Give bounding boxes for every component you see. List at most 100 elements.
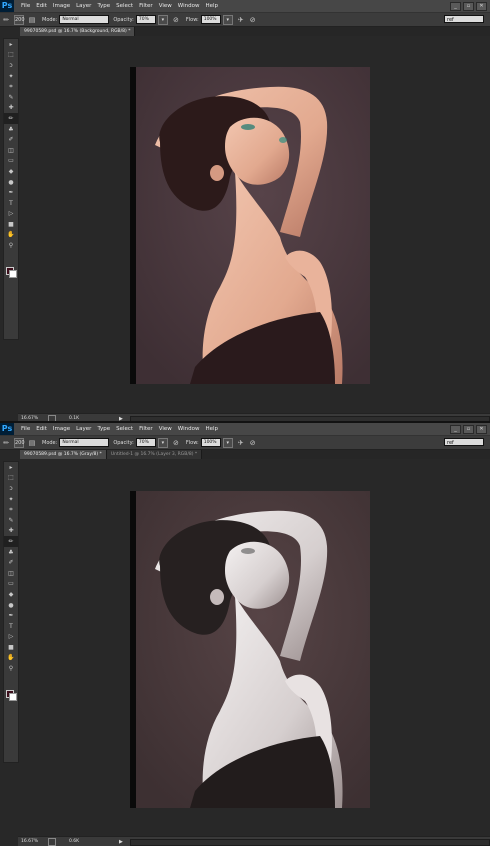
mode-select[interactable]: Normal: [59, 15, 110, 24]
menu-file[interactable]: File: [21, 423, 30, 435]
airbrush-icon[interactable]: ✈: [237, 439, 245, 447]
flow-slider-toggle[interactable]: ▾: [222, 14, 233, 25]
minimize-button[interactable]: _: [450, 2, 461, 11]
brush-preset-icon[interactable]: ✏: [2, 16, 10, 24]
history-brush-tool-icon[interactable]: ✐: [4, 134, 18, 145]
rectangle-tool-icon[interactable]: ■: [4, 642, 18, 653]
dodge-tool-icon[interactable]: ●: [4, 600, 18, 611]
eraser-tool-icon[interactable]: ◫: [4, 145, 18, 156]
close-button[interactable]: ✕: [476, 2, 487, 11]
workspace-select[interactable]: ref: [444, 15, 484, 23]
maximize-button[interactable]: ▫: [463, 2, 474, 11]
marquee-tool-icon[interactable]: ⬚: [4, 50, 18, 61]
pressure-size-icon[interactable]: ⊘: [249, 16, 257, 24]
background-color-swatch[interactable]: [9, 270, 17, 278]
brush-size-picker[interactable]: 200: [14, 14, 25, 25]
type-tool-icon[interactable]: T: [4, 198, 18, 209]
zoom-tool-icon[interactable]: ⚲: [4, 663, 18, 674]
zoom-readout[interactable]: 16.67%: [18, 839, 45, 844]
quick-select-tool-icon[interactable]: ✦: [4, 71, 18, 82]
healing-tool-icon[interactable]: ✚: [4, 103, 18, 114]
menu-window[interactable]: Window: [178, 423, 200, 435]
doc-info-icon[interactable]: [48, 837, 56, 846]
menu-layer[interactable]: Layer: [76, 423, 91, 435]
horizontal-scrollbar[interactable]: [130, 839, 490, 846]
opacity-field[interactable]: 70%: [135, 438, 156, 447]
menu-type[interactable]: Type: [97, 423, 110, 435]
type-tool-icon[interactable]: T: [4, 621, 18, 632]
history-brush-tool-icon[interactable]: ✐: [4, 557, 18, 568]
eraser-tool-icon[interactable]: ◫: [4, 568, 18, 579]
menu-image[interactable]: Image: [53, 423, 70, 435]
pen-tool-icon[interactable]: ✒: [4, 610, 18, 621]
pressure-size-icon[interactable]: ⊘: [249, 439, 257, 447]
menu-select[interactable]: Select: [116, 423, 133, 435]
eyedropper-tool-icon[interactable]: ✎: [4, 92, 18, 103]
move-tool-icon[interactable]: ▸: [4, 39, 18, 50]
document-tab[interactable]: 99070589.psd @ 16.7% (Background, RGB/8)…: [20, 27, 136, 36]
status-menu-arrow[interactable]: ▶: [119, 839, 123, 845]
menu-select[interactable]: Select: [116, 0, 133, 12]
lasso-tool-icon[interactable]: ↄ: [4, 60, 18, 71]
canvas-area[interactable]: [20, 37, 490, 413]
close-button[interactable]: ✕: [476, 425, 487, 434]
menu-window[interactable]: Window: [178, 0, 200, 12]
workspace-select[interactable]: ref: [444, 438, 484, 446]
mode-select[interactable]: Normal: [59, 438, 110, 447]
menu-view[interactable]: View: [159, 423, 172, 435]
quick-select-tool-icon[interactable]: ✦: [4, 494, 18, 505]
menu-layer[interactable]: Layer: [76, 0, 91, 12]
brush-tool-icon[interactable]: ✏: [4, 536, 18, 547]
blur-tool-icon[interactable]: ◆: [4, 589, 18, 600]
flow-slider-toggle[interactable]: ▾: [222, 437, 233, 448]
menu-image[interactable]: Image: [53, 0, 70, 12]
healing-tool-icon[interactable]: ✚: [4, 526, 18, 537]
canvas-area[interactable]: [20, 460, 490, 836]
gradient-tool-icon[interactable]: ▭: [4, 579, 18, 590]
maximize-button[interactable]: ▫: [463, 425, 474, 434]
document-tab-gray[interactable]: 99070589.psd @ 16.7% (Gray/8) *: [20, 450, 107, 459]
clone-stamp-tool-icon[interactable]: ♣: [4, 124, 18, 135]
menu-filter[interactable]: Filter: [139, 423, 153, 435]
flow-field[interactable]: 100%: [200, 438, 221, 447]
rectangle-tool-icon[interactable]: ■: [4, 219, 18, 230]
menu-file[interactable]: File: [21, 0, 30, 12]
brush-panel-icon[interactable]: ▤: [28, 439, 36, 447]
crop-tool-icon[interactable]: ⌗: [4, 81, 18, 92]
menu-type[interactable]: Type: [97, 0, 110, 12]
minimize-button[interactable]: _: [450, 425, 461, 434]
lasso-tool-icon[interactable]: ↄ: [4, 483, 18, 494]
zoom-tool-icon[interactable]: ⚲: [4, 240, 18, 251]
menu-view[interactable]: View: [159, 0, 172, 12]
portrait-photo-gray[interactable]: [130, 491, 370, 808]
brush-panel-icon[interactable]: ▤: [28, 16, 36, 24]
opacity-slider-toggle[interactable]: ▾: [157, 437, 168, 448]
eyedropper-tool-icon[interactable]: ✎: [4, 515, 18, 526]
opacity-slider-toggle[interactable]: ▾: [157, 14, 168, 25]
airbrush-icon[interactable]: ✈: [237, 16, 245, 24]
clone-stamp-tool-icon[interactable]: ♣: [4, 547, 18, 558]
crop-tool-icon[interactable]: ⌗: [4, 504, 18, 515]
opacity-field[interactable]: 70%: [135, 15, 156, 24]
path-select-tool-icon[interactable]: ▷: [4, 209, 18, 220]
marquee-tool-icon[interactable]: ⬚: [4, 473, 18, 484]
path-select-tool-icon[interactable]: ▷: [4, 632, 18, 643]
menu-filter[interactable]: Filter: [139, 0, 153, 12]
pressure-opacity-icon[interactable]: ⊘: [172, 16, 180, 24]
brush-size-picker[interactable]: 200: [14, 437, 25, 448]
menu-edit[interactable]: Edit: [36, 423, 47, 435]
brush-preset-icon[interactable]: ✏: [2, 439, 10, 447]
pen-tool-icon[interactable]: ✒: [4, 187, 18, 198]
background-color-swatch[interactable]: [9, 693, 17, 701]
hand-tool-icon[interactable]: ✋: [4, 230, 18, 241]
dodge-tool-icon[interactable]: ●: [4, 177, 18, 188]
flow-field[interactable]: 100%: [200, 15, 221, 24]
menu-help[interactable]: Help: [205, 0, 218, 12]
blur-tool-icon[interactable]: ◆: [4, 166, 18, 177]
menu-edit[interactable]: Edit: [36, 0, 47, 12]
gradient-tool-icon[interactable]: ▭: [4, 156, 18, 167]
brush-tool-icon[interactable]: ✏: [4, 113, 18, 124]
menu-help[interactable]: Help: [205, 423, 218, 435]
pressure-opacity-icon[interactable]: ⊘: [172, 439, 180, 447]
move-tool-icon[interactable]: ▸: [4, 462, 18, 473]
